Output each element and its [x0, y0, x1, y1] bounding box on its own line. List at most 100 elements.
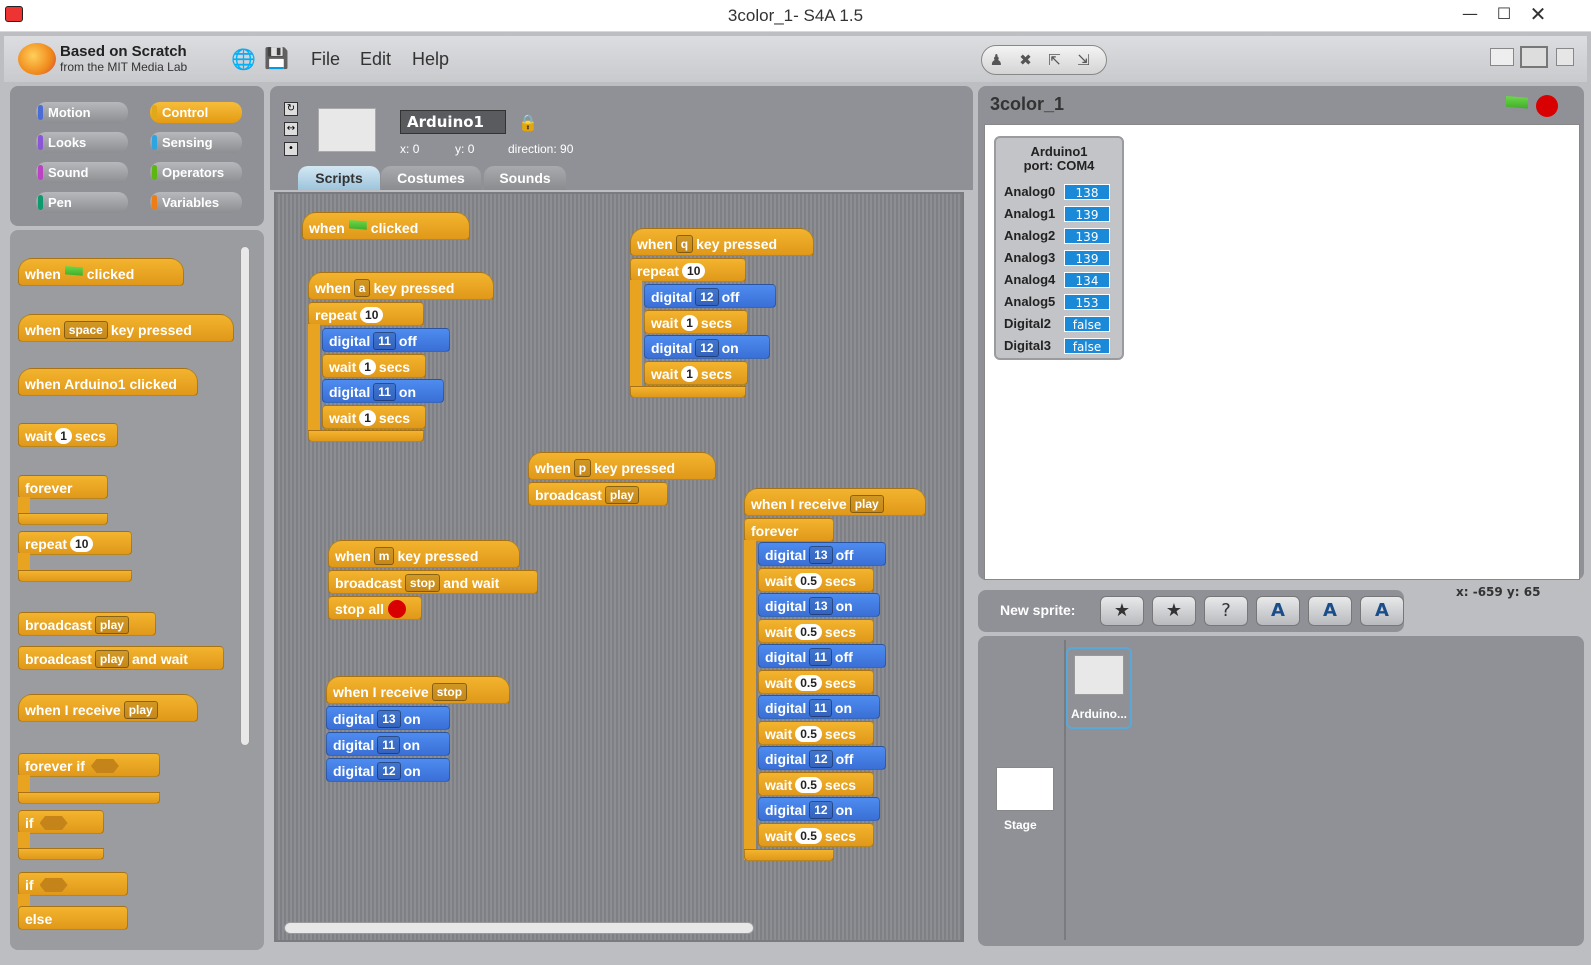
menu-edit[interactable]: Edit [360, 49, 391, 70]
script-wait[interactable]: wait 1 secs [322, 405, 426, 429]
presentation-mode-icon[interactable] [1556, 48, 1574, 66]
category-sensing[interactable]: Sensing [150, 132, 242, 153]
script-digital-block[interactable]: digital 11 off [322, 328, 450, 352]
palette-forever[interactable]: forever [18, 475, 108, 499]
small-stage-icon[interactable] [1490, 48, 1514, 66]
sprite-thumbnail-arduino[interactable]: Arduino... [1066, 647, 1132, 729]
category-pen[interactable]: Pen [36, 192, 128, 213]
forever-bottom [744, 849, 834, 861]
arduino-sensor-monitor[interactable]: Arduino1 port: COM4 Analog0 138 Analog1 13… [994, 136, 1124, 360]
palette-if-else[interactable]: if [18, 872, 128, 896]
maximize-icon[interactable]: ☐ [1489, 2, 1519, 26]
script-repeat[interactable]: repeat 10 [308, 302, 424, 326]
palette-forever-if[interactable]: forever if [18, 753, 160, 777]
script-when-p-pressed[interactable]: when p key pressed [528, 452, 716, 480]
palette-when-i-receive[interactable]: when I receive play [18, 694, 198, 722]
script-wait[interactable]: wait 0.5 secs [758, 670, 874, 694]
script-when-q-pressed[interactable]: when q key pressed [630, 228, 814, 256]
choose-sprite-icon[interactable]: ★ [1152, 596, 1196, 626]
script-wait[interactable]: wait 0.5 secs [758, 772, 874, 796]
palette-forever-if-side [18, 775, 30, 793]
save-icon[interactable]: 💾 [264, 46, 289, 70]
category-motion[interactable]: Motion [36, 102, 128, 123]
paint-sprite-icon[interactable]: ★ [1100, 596, 1144, 626]
key-dropdown[interactable]: space [63, 321, 108, 339]
stop-sign-icon[interactable] [1536, 95, 1558, 117]
script-wait[interactable]: wait 1 secs [644, 361, 748, 385]
script-wait[interactable]: wait 0.5 secs [758, 619, 874, 643]
script-wait[interactable]: wait 0.5 secs [758, 721, 874, 745]
monitor-value: false [1064, 338, 1110, 354]
script-wait[interactable]: wait 1 secs [644, 310, 748, 334]
tab-sounds[interactable]: Sounds [484, 166, 566, 190]
category-sound[interactable]: Sound [36, 162, 128, 183]
script-stop-all[interactable]: stop all [328, 596, 422, 620]
script-wait[interactable]: wait 0.5 secs [758, 568, 874, 592]
script-repeat[interactable]: repeat 10 [630, 258, 746, 282]
lock-icon[interactable]: 🔒 [518, 113, 538, 132]
script-when-i-receive-play[interactable]: when I receive play [744, 488, 926, 516]
category-control[interactable]: Control [150, 102, 242, 123]
stage-thumbnail[interactable] [996, 767, 1054, 811]
scratch-logo-icon [18, 43, 56, 75]
minimize-icon[interactable]: — [1455, 2, 1485, 26]
duplicate-icon[interactable]: ♟ [982, 46, 1011, 74]
new-arduino-sprite-icon[interactable]: A [1256, 596, 1300, 626]
project-title: 3color_1 [990, 94, 1065, 114]
script-broadcast[interactable]: broadcast play [528, 482, 668, 506]
script-wait[interactable]: wait 1 secs [322, 354, 426, 378]
edit-arduino-sprite-icon[interactable]: A [1308, 596, 1352, 626]
script-digital-block[interactable]: digital 12 off [758, 746, 886, 770]
tab-costumes[interactable]: Costumes [381, 166, 481, 190]
category-variables[interactable]: Variables [150, 192, 242, 213]
random-sprite-icon[interactable]: ? [1204, 596, 1248, 626]
script-digital-block[interactable]: digital 11 off [758, 644, 886, 668]
script-wait[interactable]: wait 0.5 secs [758, 823, 874, 847]
palette-when-arduino-clicked[interactable]: when Arduino1 clicked [18, 368, 198, 396]
script-digital-block[interactable]: digital 11 on [326, 732, 450, 756]
monitor-value: 139 [1064, 206, 1110, 222]
script-forever[interactable]: forever [744, 518, 834, 542]
rotate-style-icon[interactable]: ↻ [284, 102, 298, 116]
normal-stage-icon[interactable] [1520, 46, 1548, 68]
script-digital-block[interactable]: digital 12 on [758, 797, 880, 821]
palette-if[interactable]: if [18, 810, 104, 834]
script-when-i-receive-stop[interactable]: when I receive stop [326, 676, 510, 704]
palette-repeat[interactable]: repeat 10 [18, 531, 132, 555]
category-looks[interactable]: Looks [36, 132, 128, 153]
grow-icon[interactable]: ⇱ [1040, 46, 1069, 74]
script-digital-block[interactable]: digital 13 off [758, 542, 886, 566]
script-digital-block[interactable]: digital 13 on [758, 593, 880, 617]
sprite-name-field[interactable]: Arduino1 [400, 110, 506, 134]
script-when-a-pressed[interactable]: when a key pressed [308, 272, 494, 300]
monitor-value: 139 [1064, 250, 1110, 266]
globe-icon[interactable]: 🌐 [231, 47, 256, 71]
script-digital-block[interactable]: digital 11 on [322, 379, 444, 403]
category-operators[interactable]: Operators [150, 162, 242, 183]
palette-when-flag-clicked[interactable]: when clicked [18, 258, 184, 286]
palette-wait-secs[interactable]: wait 1 secs [18, 423, 118, 447]
palette-broadcast[interactable]: broadcast play [18, 612, 156, 636]
script-digital-block[interactable]: digital 13 on [326, 706, 450, 730]
palette-when-key-pressed[interactable]: when space key pressed [18, 314, 234, 342]
import-arduino-sprite-icon[interactable]: A [1360, 596, 1404, 626]
palette-scrollbar[interactable] [240, 246, 250, 746]
menu-help[interactable]: Help [412, 49, 449, 70]
script-digital-block[interactable]: digital 11 on [758, 695, 880, 719]
flip-style-icon[interactable]: ↔ [284, 122, 298, 136]
close-icon[interactable]: ✕ [1523, 2, 1553, 26]
tab-scripts[interactable]: Scripts [298, 166, 380, 190]
green-flag-icon [348, 220, 367, 230]
script-area-scrollbar[interactable] [284, 922, 754, 934]
script-when-m-pressed[interactable]: when m key pressed [328, 540, 520, 568]
shrink-icon[interactable]: ⇲ [1069, 46, 1098, 74]
menu-file[interactable]: File [311, 49, 340, 70]
palette-broadcast-and-wait[interactable]: broadcast play and wait [18, 646, 224, 670]
script-digital-block[interactable]: digital 12 on [644, 335, 770, 359]
script-digital-block[interactable]: digital 12 off [644, 284, 776, 308]
script-when-flag-clicked[interactable]: when clicked [302, 212, 470, 240]
script-digital-block[interactable]: digital 12 on [326, 758, 450, 782]
script-broadcast-and-wait[interactable]: broadcast stop and wait [328, 570, 538, 594]
delete-icon[interactable]: ✖ [1011, 46, 1040, 74]
no-rotate-icon[interactable]: • [284, 142, 298, 156]
